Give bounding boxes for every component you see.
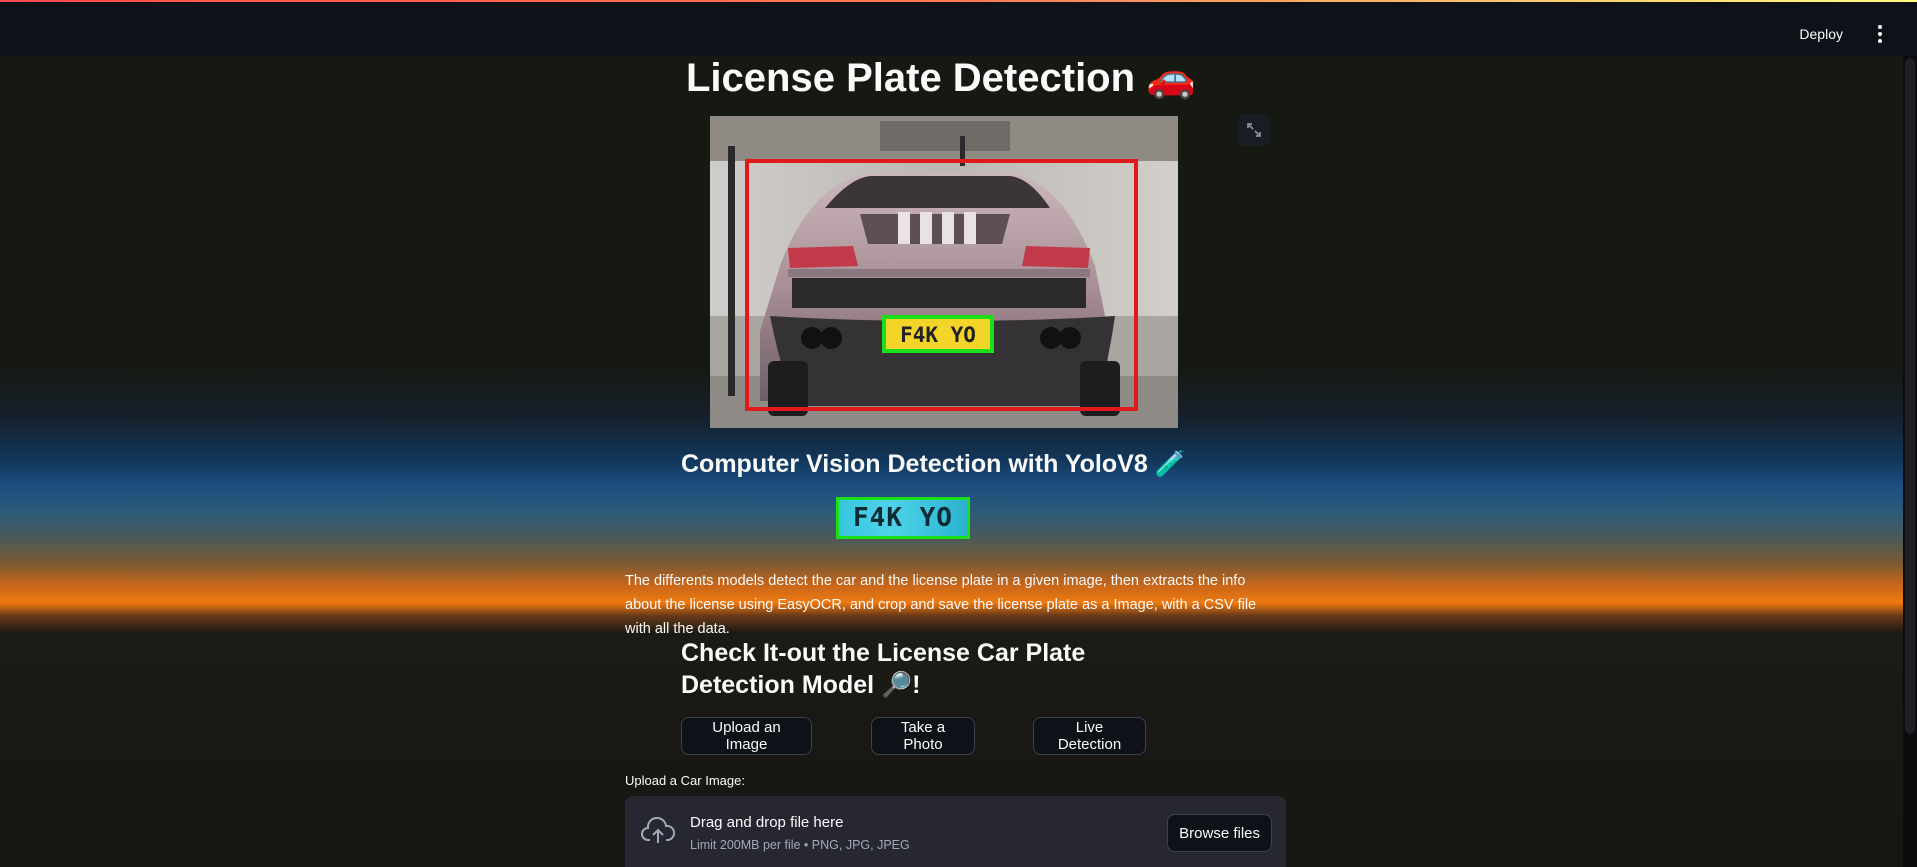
upload-label: Upload a Car Image: — [625, 773, 745, 788]
cta-heading: Check It-out the License Car Plate Detec… — [681, 637, 1201, 701]
app-header: Deploy — [0, 2, 1917, 56]
car-emoji-icon: 🚗 — [1146, 56, 1196, 100]
fullscreen-expand-button[interactable] — [1238, 114, 1270, 146]
upload-image-button[interactable]: Upload an Image — [681, 717, 812, 755]
test-tube-emoji-icon: 🧪 — [1154, 450, 1186, 478]
deploy-button[interactable]: Deploy — [1799, 26, 1843, 42]
kebab-menu-icon[interactable] — [1873, 22, 1887, 46]
plate-text: F4K YO — [853, 503, 953, 533]
svg-text:F4K YO: F4K YO — [900, 323, 976, 347]
detected-car-image: F4K YO — [710, 116, 1178, 428]
page-title: License Plate Detection 🚗 — [686, 54, 1196, 101]
scrollbar-thumb[interactable] — [1905, 58, 1915, 734]
section-heading: Computer Vision Detection with YoloV8 🧪 — [681, 450, 1186, 479]
cropped-plate-image: F4K YO — [836, 497, 970, 539]
cloud-upload-icon — [641, 817, 675, 843]
file-dropzone[interactable]: Drag and drop file here Limit 200MB per … — [625, 796, 1286, 867]
live-detection-button[interactable]: Live Detection — [1033, 717, 1146, 755]
car-photo-drawing: F4K YO — [710, 116, 1178, 428]
browse-files-button[interactable]: Browse files — [1167, 814, 1272, 852]
description-text: The differents models detect the car and… — [625, 573, 1257, 637]
page-title-text: License Plate Detection — [686, 56, 1136, 100]
expand-icon — [1247, 123, 1261, 137]
dropzone-limit-text: Limit 200MB per file • PNG, JPG, JPEG — [690, 838, 910, 852]
section-heading-text: Computer Vision Detection with YoloV8 — [681, 450, 1148, 478]
cta-heading-suffix: ! — [912, 671, 921, 699]
magnifier-emoji-icon: 🔎 — [881, 671, 913, 699]
dropzone-title: Drag and drop file here — [690, 814, 844, 831]
take-photo-button[interactable]: Take a Photo — [871, 717, 975, 755]
